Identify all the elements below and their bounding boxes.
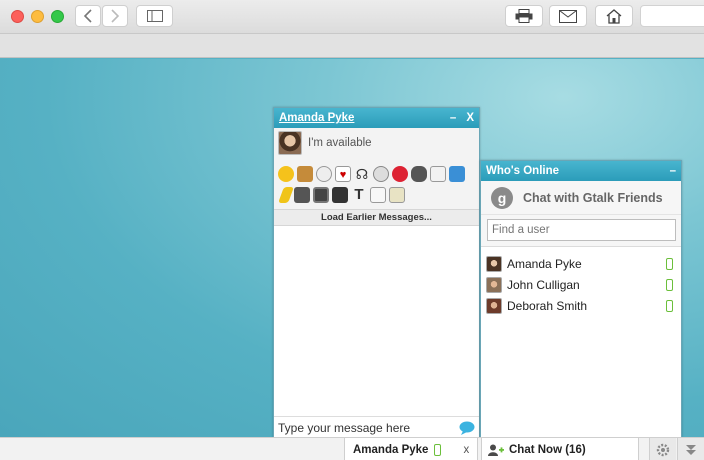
browser-toolbar bbox=[0, 0, 704, 34]
contact-status-row: I'm available bbox=[274, 128, 479, 158]
chat-bar-tab-amanda[interactable]: Amanda Pyke x bbox=[344, 438, 478, 460]
settings-button[interactable] bbox=[649, 438, 676, 460]
user-name: John Culligan bbox=[507, 277, 580, 292]
mail-button[interactable] bbox=[549, 5, 587, 27]
text-box-icon[interactable] bbox=[430, 165, 446, 182]
avatar bbox=[486, 255, 502, 272]
user-name: Deborah Smith bbox=[507, 298, 588, 313]
minimize-online-button[interactable]: – bbox=[670, 165, 676, 177]
zoom-window-button[interactable] bbox=[51, 10, 64, 23]
film-icon[interactable] bbox=[294, 186, 310, 203]
smiley-icon[interactable] bbox=[278, 165, 294, 182]
phone-icon bbox=[434, 443, 442, 456]
chat-tab-label: Amanda Pyke bbox=[353, 443, 429, 456]
close-chat-tab-button[interactable]: x bbox=[463, 444, 469, 456]
list-item[interactable]: John Culligan bbox=[481, 274, 681, 295]
broom-icon[interactable] bbox=[297, 165, 313, 182]
minimize-chat-button[interactable]: – bbox=[450, 112, 456, 124]
avatar bbox=[486, 297, 502, 314]
load-earlier-messages-button[interactable]: Load Earlier Messages... bbox=[274, 209, 479, 226]
block-icon[interactable] bbox=[392, 165, 408, 182]
close-window-button[interactable] bbox=[11, 10, 24, 23]
find-user-wrap bbox=[481, 215, 681, 247]
phone-icon bbox=[666, 299, 673, 312]
close-chat-button[interactable]: X bbox=[466, 112, 474, 124]
chat-bar: Amanda Pyke x Chat Now (16) bbox=[0, 437, 704, 460]
chat-now-button[interactable]: Chat Now (16) bbox=[481, 438, 639, 460]
envelope-icon bbox=[559, 9, 577, 23]
list-item[interactable]: Deborah Smith bbox=[481, 295, 681, 316]
floppy-icon[interactable] bbox=[332, 186, 348, 203]
speech-bubble-icon[interactable] bbox=[459, 421, 475, 435]
heart-card-icon[interactable]: ♥ bbox=[335, 165, 351, 182]
chat-now-label: Chat Now (16) bbox=[509, 443, 586, 456]
phone-icon bbox=[666, 278, 673, 291]
clipboard-icon[interactable] bbox=[389, 186, 405, 203]
phone-icon bbox=[666, 257, 673, 270]
contact-avatar bbox=[278, 131, 302, 155]
collapse-bar-button[interactable] bbox=[677, 438, 704, 460]
back-button[interactable] bbox=[75, 5, 101, 27]
gtalk-label: Chat with Gtalk Friends bbox=[523, 190, 663, 205]
print-button[interactable] bbox=[505, 5, 543, 27]
text-format-icon[interactable]: T bbox=[351, 186, 367, 203]
chevron-down-icon bbox=[686, 444, 696, 455]
tab-strip bbox=[0, 34, 704, 58]
find-user-input[interactable] bbox=[487, 219, 676, 241]
gear-icon bbox=[656, 443, 670, 456]
camera-icon[interactable] bbox=[411, 165, 427, 182]
chevron-right-icon bbox=[111, 9, 120, 23]
home-icon bbox=[606, 8, 622, 24]
minimize-window-button[interactable] bbox=[31, 10, 44, 23]
clock-icon[interactable] bbox=[316, 165, 332, 182]
whos-online-header: Who's Online – bbox=[481, 161, 681, 181]
note-icon[interactable] bbox=[370, 186, 386, 203]
chat-contact-link[interactable]: Amanda Pyke bbox=[279, 112, 354, 124]
message-input[interactable]: Type your message here bbox=[274, 416, 479, 438]
user-name: Amanda Pyke bbox=[507, 256, 582, 271]
address-bar[interactable] bbox=[640, 5, 704, 27]
avatar bbox=[486, 276, 502, 293]
shield-icon[interactable] bbox=[373, 165, 389, 182]
online-user-list: Amanda Pyke John Culligan Deborah Smith bbox=[481, 247, 681, 316]
google-icon: g bbox=[491, 186, 513, 209]
list-item[interactable]: Amanda Pyke bbox=[481, 253, 681, 274]
whos-online-panel: Who's Online – g Chat with Gtalk Friends… bbox=[480, 160, 682, 438]
forward-button[interactable] bbox=[102, 5, 128, 27]
printer-icon bbox=[515, 9, 533, 23]
chevron-left-icon bbox=[83, 9, 92, 23]
home-button[interactable] bbox=[595, 5, 633, 27]
monitor-icon[interactable] bbox=[313, 186, 329, 203]
headphones-icon[interactable]: ☊ bbox=[354, 166, 370, 182]
whos-online-title: Who's Online bbox=[486, 165, 560, 177]
chat-window: Amanda Pyke – X I'm available ♥ ☊ T Load… bbox=[273, 107, 480, 438]
sidebar-button[interactable] bbox=[136, 5, 173, 27]
gtalk-friends-button[interactable]: g Chat with Gtalk Friends bbox=[481, 181, 681, 215]
add-user-icon bbox=[488, 444, 504, 456]
sidebar-icon bbox=[146, 10, 163, 22]
message-input-placeholder: Type your message here bbox=[278, 420, 411, 435]
upload-icon[interactable] bbox=[449, 165, 465, 182]
message-history bbox=[274, 226, 479, 416]
pencil-icon[interactable] bbox=[278, 186, 294, 203]
contact-status-text: I'm available bbox=[308, 137, 372, 149]
chat-window-header: Amanda Pyke – X bbox=[274, 108, 479, 128]
